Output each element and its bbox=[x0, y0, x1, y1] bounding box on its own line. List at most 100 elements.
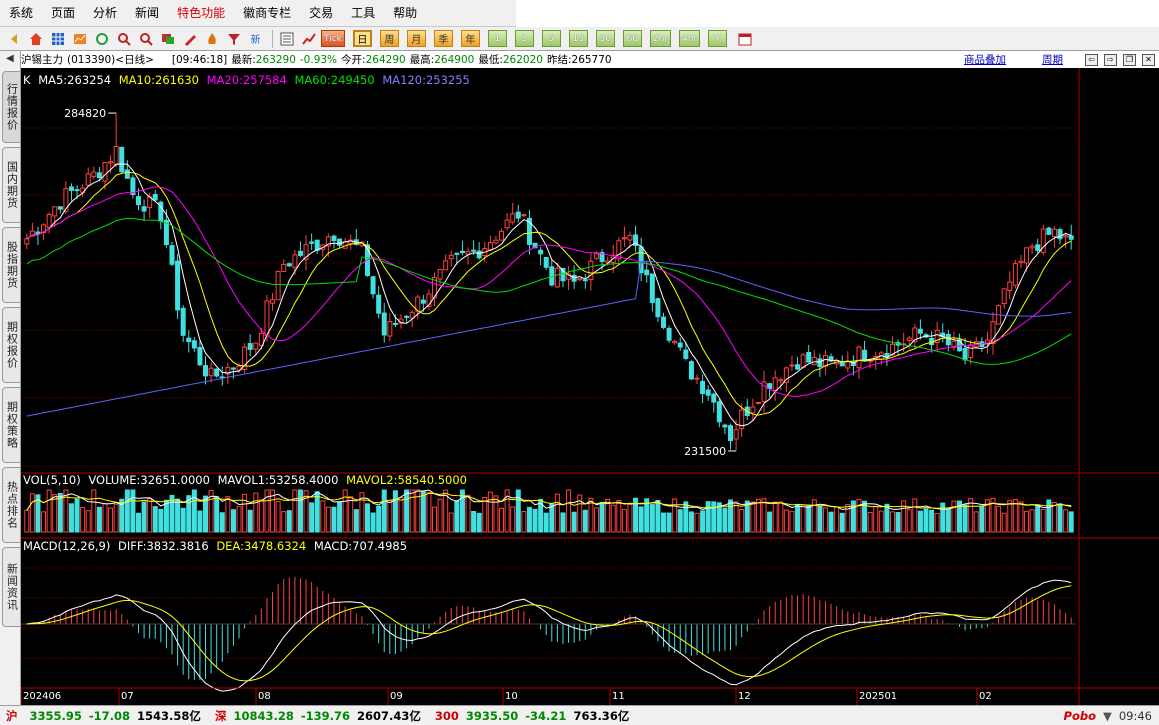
filter-icon[interactable] bbox=[224, 29, 243, 48]
volume-bar bbox=[63, 489, 69, 533]
menu-item-6[interactable]: 交易 bbox=[300, 0, 342, 27]
prev-window-icon[interactable]: ⇦ bbox=[1085, 53, 1098, 66]
volume-bar bbox=[203, 495, 209, 533]
menu-item-2[interactable]: 分析 bbox=[84, 0, 126, 27]
sidebar-tab-0[interactable]: 行情报价 bbox=[2, 71, 20, 143]
back-icon[interactable] bbox=[4, 29, 23, 48]
volume-bar bbox=[392, 490, 398, 533]
menu-item-4[interactable]: 特色功能 bbox=[168, 0, 234, 27]
volume-bar bbox=[878, 510, 884, 533]
sidebar-tab-5[interactable]: 热点排名 bbox=[2, 467, 20, 543]
sidebar-arrow-icon[interactable]: ◀ bbox=[6, 53, 14, 64]
volume-bar bbox=[560, 512, 566, 533]
volume-bar bbox=[929, 509, 935, 533]
chart-icon[interactable] bbox=[70, 29, 89, 48]
sidebar-tab-3[interactable]: 期权报价 bbox=[2, 307, 20, 383]
home-icon[interactable] bbox=[26, 29, 45, 48]
menu-item-5[interactable]: 徽商专栏 bbox=[234, 0, 300, 27]
candle-body bbox=[230, 367, 236, 370]
tick-button[interactable]: Tick bbox=[321, 30, 345, 47]
flame-icon[interactable] bbox=[202, 29, 221, 48]
period-button-1[interactable]: 周 bbox=[379, 30, 399, 47]
period-button-2[interactable]: 月 bbox=[406, 30, 426, 47]
sidebar-tab-1[interactable]: 国内期货 bbox=[2, 147, 20, 223]
sh-change: -17.08 bbox=[88, 708, 131, 723]
period-button-3[interactable]: 季 bbox=[433, 30, 453, 47]
chart-canvas[interactable]: 284820 231500 202406 07 08 09 10 11 12 202501 02 bbox=[21, 68, 1159, 705]
cycle-link[interactable]: 周期 bbox=[1042, 52, 1063, 67]
hs-change: -34.21 bbox=[525, 708, 567, 723]
sz-value: 10843.28 bbox=[233, 708, 294, 723]
volume-bar bbox=[683, 501, 689, 533]
next-window-icon[interactable]: ⇨ bbox=[1104, 53, 1117, 66]
volume-bar bbox=[627, 503, 633, 533]
volume-bar bbox=[331, 506, 337, 533]
menu-item-7[interactable]: 工具 bbox=[342, 0, 384, 27]
volume-bar bbox=[46, 489, 52, 533]
close-icon[interactable]: ✕ bbox=[1142, 53, 1155, 66]
volume-bar bbox=[599, 501, 605, 533]
volume-bar bbox=[767, 511, 773, 533]
trend-icon[interactable] bbox=[299, 29, 318, 48]
volume-bar bbox=[566, 489, 572, 533]
volume-bar bbox=[432, 506, 438, 533]
period-button-13[interactable]: Y bbox=[708, 30, 728, 47]
volume-bar bbox=[1035, 505, 1041, 533]
volume-bar bbox=[297, 489, 303, 533]
menu-item-1[interactable]: 页面 bbox=[42, 0, 84, 27]
new-icon[interactable]: 新 bbox=[246, 29, 265, 48]
candle-body bbox=[582, 279, 588, 282]
high-marker: 284820 bbox=[64, 107, 106, 120]
window-icon[interactable] bbox=[158, 29, 177, 48]
volume-bar bbox=[951, 500, 957, 533]
zoom-out-icon[interactable] bbox=[136, 29, 155, 48]
period-button-11[interactable]: 2hr bbox=[649, 30, 672, 47]
volume-bar bbox=[292, 489, 298, 533]
candle-body bbox=[543, 257, 549, 268]
period-button-10[interactable]: 60 bbox=[622, 30, 642, 47]
sidebar-tab-2[interactable]: 股指期货 bbox=[2, 227, 20, 303]
low-label: 最低: bbox=[478, 54, 503, 66]
period-button-9[interactable]: 30 bbox=[595, 30, 615, 47]
menu-item-3[interactable]: 新闻 bbox=[126, 0, 168, 27]
restore-icon[interactable]: ❐ bbox=[1123, 53, 1136, 66]
candle-body bbox=[917, 328, 923, 334]
calendar-icon[interactable] bbox=[735, 29, 754, 48]
period-button-7[interactable]: 5 bbox=[541, 30, 561, 47]
sidebar-tab-6[interactable]: 新闻资讯 bbox=[2, 547, 20, 627]
menu-item-8[interactable]: 帮助 bbox=[384, 0, 426, 27]
hs-amount: 763.36亿 bbox=[573, 708, 630, 723]
period-button-8[interactable]: 15 bbox=[568, 30, 588, 47]
volume-bar bbox=[554, 493, 560, 533]
x-axis-label-0: 202406 bbox=[23, 691, 61, 702]
open-label: 今开: bbox=[341, 54, 366, 66]
period-button-6[interactable]: 3 bbox=[514, 30, 534, 47]
brand-logo: Pobo bbox=[1063, 708, 1096, 723]
candle-body bbox=[124, 169, 130, 179]
menu-item-0[interactable]: 系统 bbox=[0, 0, 42, 27]
period-button-5[interactable]: 1 bbox=[487, 30, 507, 47]
period-button-12[interactable]: 4hr bbox=[679, 30, 701, 47]
candle-body bbox=[96, 172, 102, 179]
overlay-link[interactable]: 商品叠加 bbox=[964, 52, 1006, 67]
candle-body bbox=[292, 254, 298, 268]
chart-area[interactable]: 沪锡主力 (013390) <日线> [09:46:18] 最新: 263290… bbox=[21, 51, 1159, 705]
grid-icon[interactable] bbox=[48, 29, 67, 48]
volume-value: VOLUME:32651.0000 bbox=[88, 473, 210, 487]
volume-bar bbox=[398, 497, 404, 533]
sidebar-tab-4[interactable]: 期权策略 bbox=[2, 387, 20, 463]
candle-body bbox=[621, 237, 627, 240]
pen-icon[interactable] bbox=[180, 29, 199, 48]
list-icon[interactable] bbox=[277, 29, 296, 48]
volume-bar bbox=[214, 496, 220, 533]
volume-bar bbox=[1018, 501, 1024, 533]
signal-icon: ▼ bbox=[1102, 708, 1112, 723]
period-button-0[interactable]: 日 bbox=[352, 30, 372, 47]
volume-bar bbox=[901, 500, 907, 533]
candle-body bbox=[538, 249, 544, 255]
high-value: 264900 bbox=[434, 53, 475, 66]
period-button-4[interactable]: 年 bbox=[460, 30, 480, 47]
zoom-in-icon[interactable] bbox=[114, 29, 133, 48]
candle-body bbox=[74, 189, 80, 192]
refresh-icon[interactable] bbox=[92, 29, 111, 48]
